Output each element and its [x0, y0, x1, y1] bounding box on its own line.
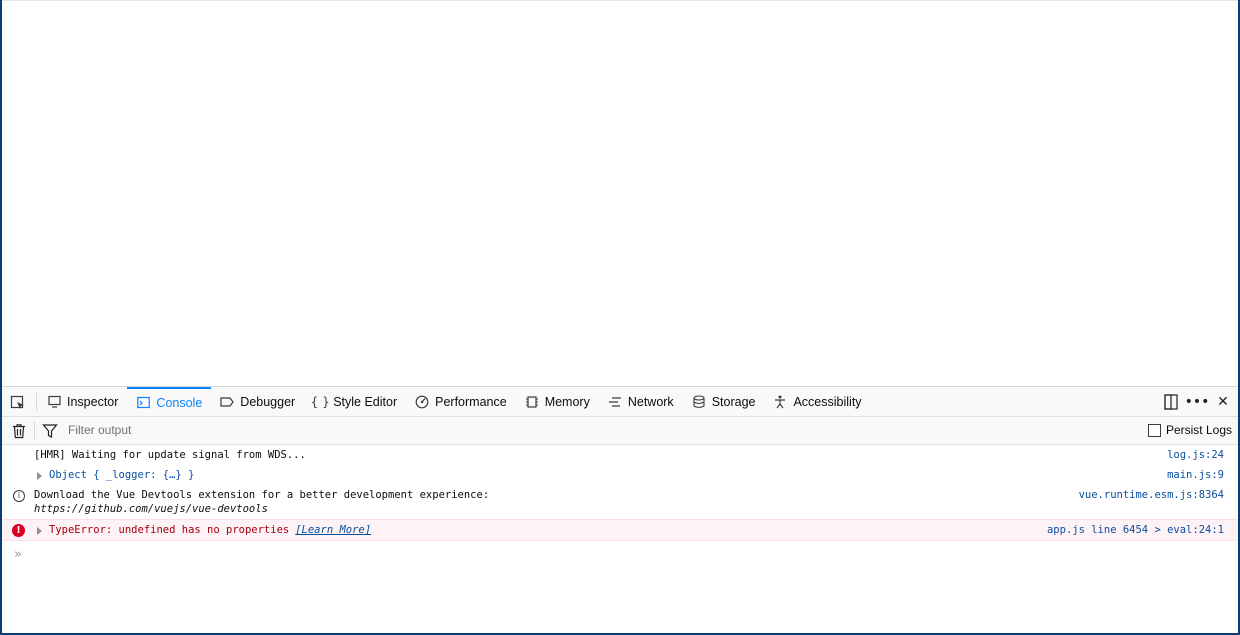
dock-side-icon[interactable]: [1162, 393, 1180, 411]
message-url: https://github.com/vuejs/vue-devtools: [34, 503, 268, 515]
source-link[interactable]: vue.runtime.esm.js:8364: [1079, 488, 1224, 502]
filter-divider: [34, 422, 35, 440]
log-message: Object { _logger: {…} } main.js:9: [2, 465, 1238, 485]
debugger-icon: [220, 395, 235, 409]
tab-label: Storage: [711, 394, 756, 409]
object-preview[interactable]: Object { _logger: {…} }: [49, 469, 194, 481]
storage-icon: [692, 394, 706, 409]
toolbar-divider: [36, 393, 37, 411]
devtools-panel: Inspector Console Debugger { } Style Edi…: [2, 386, 1238, 633]
filter-icon: [42, 424, 58, 438]
expand-arrow-icon[interactable]: [37, 472, 42, 480]
message-text: Download the Vue Devtools extension for …: [34, 489, 490, 501]
persist-logs-label: Persist Logs: [1165, 423, 1232, 437]
tab-memory[interactable]: Memory: [516, 387, 599, 416]
source-link[interactable]: app.js line 6454 > eval:24:1: [1047, 523, 1224, 537]
tab-label: Performance: [435, 394, 507, 409]
trash-icon[interactable]: [11, 423, 27, 439]
inspector-icon: [47, 395, 61, 409]
tab-label: Memory: [544, 394, 590, 409]
tab-label: Inspector: [67, 394, 119, 409]
source-link[interactable]: log.js:24: [1167, 448, 1224, 462]
tab-accessibility[interactable]: Accessibility: [764, 387, 870, 416]
tab-label: Accessibility: [793, 394, 862, 409]
log-message: [HMR] Waiting for update signal from WDS…: [2, 445, 1238, 465]
console-output: [HMR] Waiting for update signal from WDS…: [2, 445, 1238, 541]
page-viewport[interactable]: [2, 0, 1238, 387]
tab-label: Network: [627, 394, 674, 409]
tab-debugger[interactable]: Debugger: [211, 387, 304, 416]
more-options-icon[interactable]: •••: [1185, 393, 1210, 411]
tab-label: Console: [156, 395, 203, 410]
learn-more-link[interactable]: [Learn More]: [295, 524, 371, 536]
devtools-toolbar: Inspector Console Debugger { } Style Edi…: [2, 387, 1238, 417]
performance-icon: [415, 395, 429, 409]
memory-icon: [525, 395, 539, 409]
tab-label: Debugger: [240, 394, 296, 409]
tab-style-editor[interactable]: { } Style Editor: [304, 387, 406, 416]
source-link[interactable]: main.js:9: [1167, 468, 1224, 482]
devtools-tabs: Inspector Console Debugger { } Style Edi…: [38, 387, 871, 416]
expand-arrow-icon[interactable]: [37, 527, 42, 535]
persist-logs-toggle[interactable]: Persist Logs: [1147, 423, 1232, 437]
element-picker-icon[interactable]: [10, 395, 26, 411]
persist-logs-checkbox[interactable]: [1147, 423, 1161, 437]
tab-console[interactable]: Console: [127, 387, 212, 416]
tab-network[interactable]: Network: [599, 387, 683, 416]
style-editor-icon: { }: [310, 394, 330, 409]
console-filter-bar: Persist Logs: [2, 417, 1238, 445]
tab-label: Style Editor: [333, 394, 398, 409]
info-message: i Download the Vue Devtools extension fo…: [2, 485, 1238, 519]
error-message: ! TypeError: undefined has no properties…: [2, 519, 1238, 541]
error-icon: !: [12, 524, 25, 537]
info-icon: i: [13, 490, 25, 502]
tab-inspector[interactable]: Inspector: [38, 387, 127, 416]
message-text: [HMR] Waiting for update signal from WDS…: [34, 449, 306, 461]
console-icon: [136, 396, 150, 410]
tab-storage[interactable]: Storage: [683, 387, 765, 416]
toolbar-controls: ••• ✕: [1162, 387, 1232, 416]
console-input-prompt[interactable]: »: [14, 547, 22, 562]
error-text: TypeError: undefined has no properties: [49, 524, 290, 536]
network-icon: [608, 395, 622, 409]
accessibility-icon: [773, 395, 787, 409]
filter-output-input[interactable]: [64, 420, 872, 440]
tab-performance[interactable]: Performance: [406, 387, 516, 416]
close-icon[interactable]: ✕: [1214, 393, 1232, 411]
